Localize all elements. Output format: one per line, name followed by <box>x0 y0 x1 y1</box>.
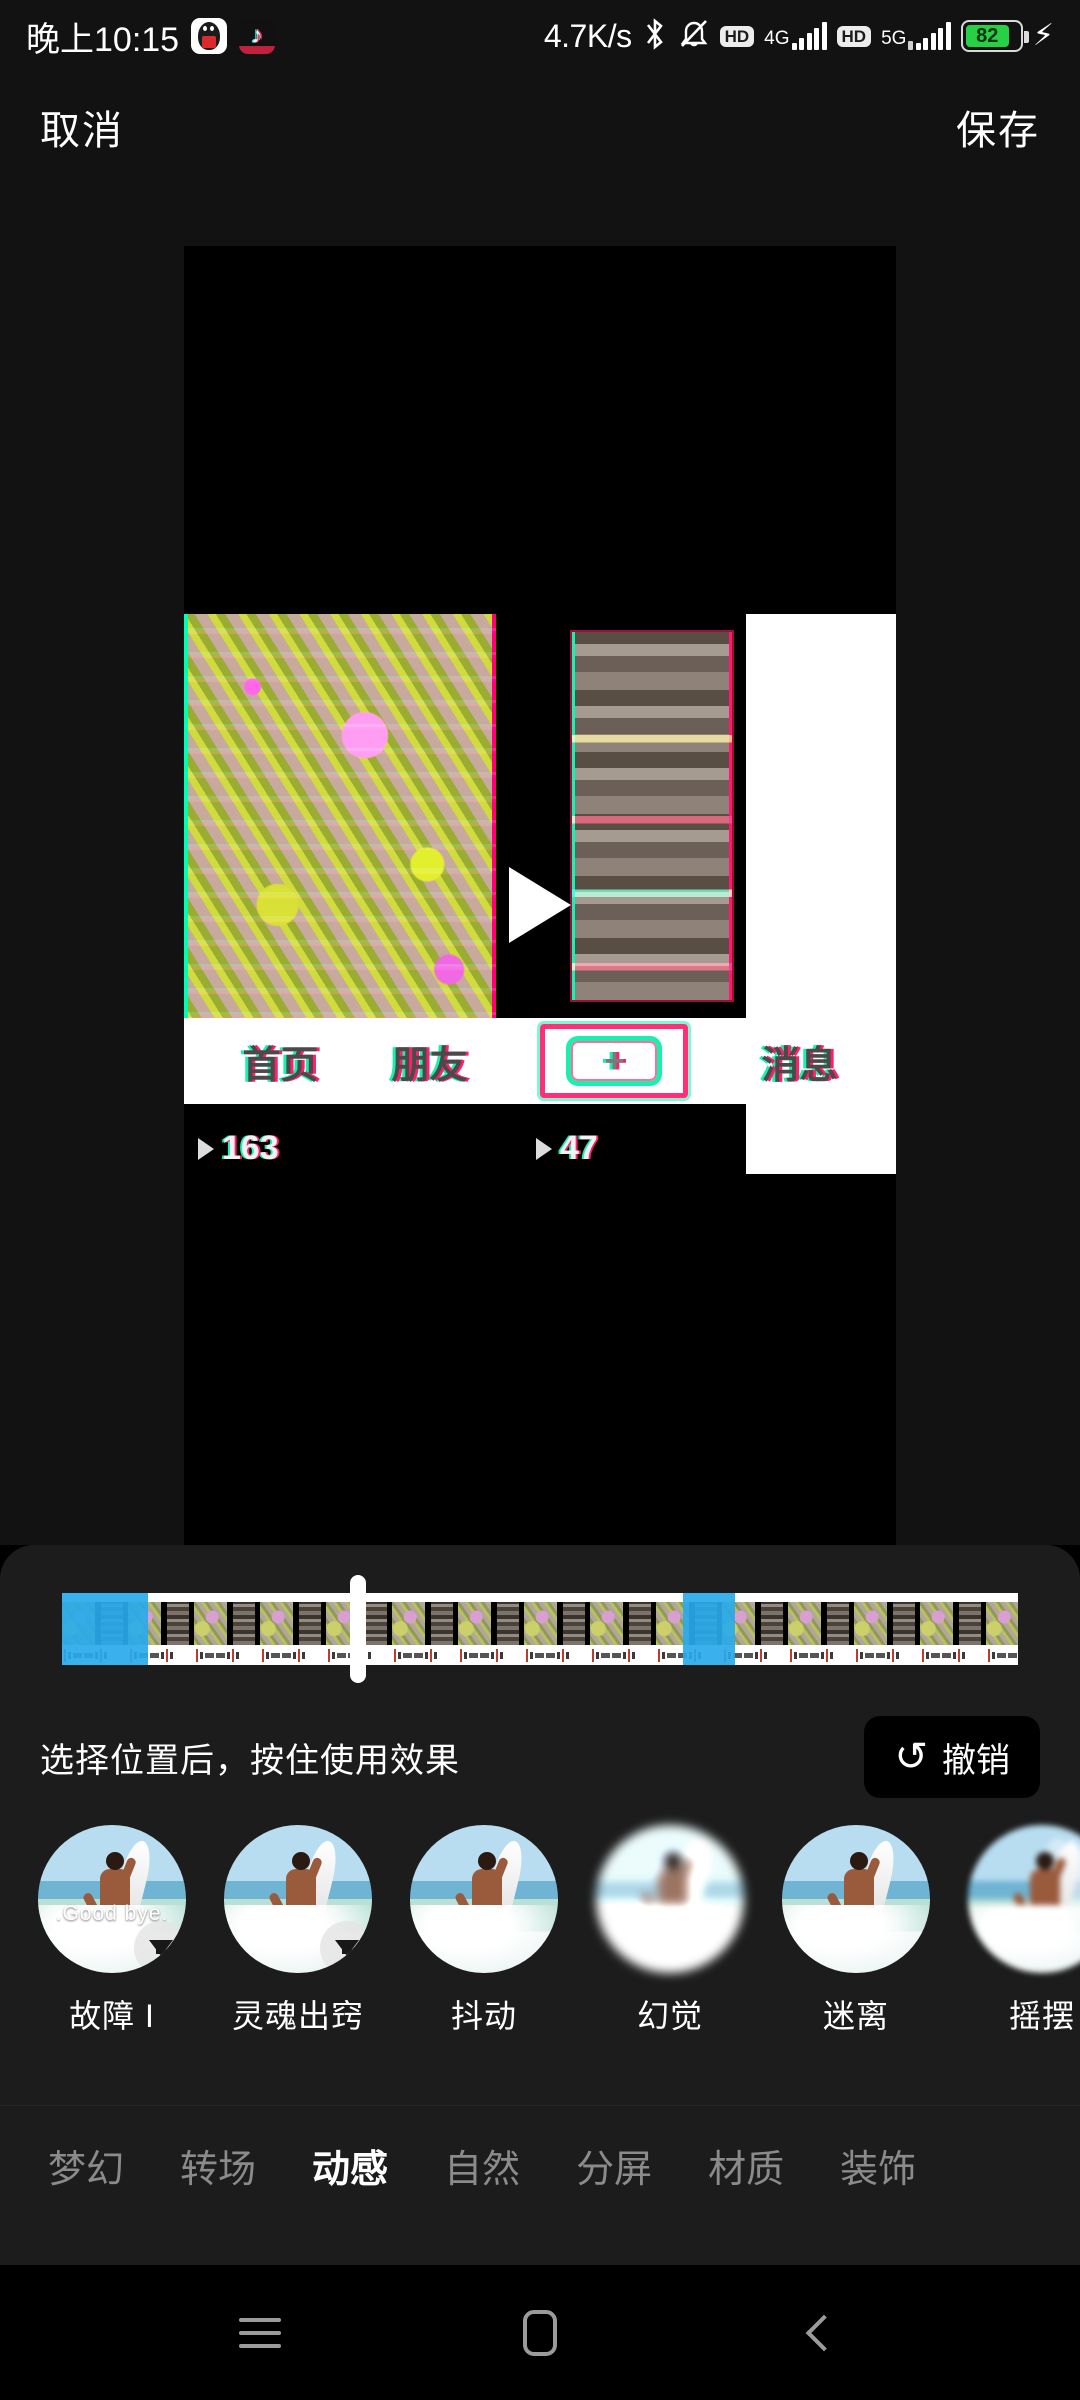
timeline-frame <box>260 1593 326 1665</box>
undo-button[interactable]: ↺ 撤销 <box>864 1716 1040 1798</box>
video-count-left-value: 163 <box>222 1129 279 1167</box>
timeline-frame <box>986 1593 1018 1665</box>
hint-row: 选择位置后，按住使用效果 ↺ 撤销 <box>0 1697 1080 1817</box>
effect-item[interactable]: .Good bye. 故障 I <box>38 1825 186 2075</box>
timeline-thumbnails <box>62 1593 1018 1665</box>
timeline-frame <box>788 1593 854 1665</box>
video-inner-tabbar: 首页 朋友 + 消息 <box>184 1018 896 1104</box>
hd-icon-1: HD <box>719 25 755 47</box>
effect-label: 迷离 <box>822 1998 889 2034</box>
effect-thumbnail[interactable] <box>596 1825 744 1973</box>
effect-thumbnail[interactable]: .Good bye. <box>38 1825 186 1973</box>
play-count-icon-left <box>198 1137 214 1160</box>
wave-foam-shape <box>782 1904 930 1973</box>
video-right-photo <box>558 614 746 1018</box>
cancel-button[interactable]: 取消 <box>40 98 124 156</box>
play-icon[interactable] <box>509 867 571 943</box>
play-count-icon-right <box>536 1137 552 1160</box>
effect-item[interactable]: 灵魂出窍 <box>224 1825 372 2075</box>
timeline-effect-marker-1[interactable] <box>62 1593 148 1665</box>
effect-thumbnail[interactable] <box>224 1825 372 1973</box>
effect-label: 灵魂出窍 <box>231 1998 364 2034</box>
timeline-frame <box>392 1593 458 1665</box>
effect-thumbnail[interactable] <box>782 1825 930 1973</box>
menu-icon[interactable] <box>225 2298 295 2368</box>
plus-icon: + <box>566 1036 663 1086</box>
effect-label: 幻觉 <box>636 1998 703 2034</box>
timeline-frame <box>524 1593 590 1665</box>
timeline-frame <box>854 1593 920 1665</box>
timeline-frame <box>590 1593 656 1665</box>
save-button[interactable]: 保存 <box>956 98 1040 156</box>
download-icon[interactable] <box>320 1921 372 1973</box>
video-count-left: 163 <box>198 1129 279 1168</box>
video-count-right-value: 47 <box>560 1129 598 1167</box>
undo-label: 撤销 <box>942 1741 1010 1780</box>
video-count-right: 47 <box>536 1129 598 1168</box>
effect-item[interactable]: 迷离 <box>782 1825 930 2075</box>
wave-foam-shape <box>968 1904 1080 1973</box>
effects-list[interactable]: .Good bye. 故障 I 灵魂出窍 抖动 幻觉 迷离 摇摆 <box>0 1825 1080 2075</box>
effect-label: 摇摆 <box>1008 1998 1075 2034</box>
timeline-container[interactable] <box>0 1545 1080 1715</box>
hd-icon-2: HD <box>836 25 872 47</box>
effect-item[interactable]: 抖动 <box>410 1825 558 2075</box>
timeline-track[interactable] <box>62 1593 1018 1665</box>
wave-foam-shape <box>410 1904 558 1973</box>
download-icon[interactable] <box>134 1921 186 1973</box>
effect-label: 抖动 <box>450 1998 517 2034</box>
charging-icon: ⚡ <box>1032 19 1054 52</box>
signal-4g-icon: 4G <box>764 22 827 50</box>
category-tab-item[interactable]: 自然 <box>416 2138 548 2193</box>
sim1-gen-label: 4G <box>764 28 790 49</box>
category-tab-item[interactable]: 材质 <box>680 2138 812 2193</box>
android-nav-bar <box>0 2265 1080 2400</box>
home-icon[interactable] <box>505 2298 575 2368</box>
effect-thumbnail[interactable] <box>410 1825 558 1973</box>
video-preview-area[interactable]: 163 47 首页 朋友 + 消息 <box>0 182 1080 1564</box>
status-bar-left: 晚上10:15 ♪ <box>26 12 276 61</box>
category-tab-item[interactable]: 梦幻 <box>20 2138 152 2193</box>
video-canvas[interactable]: 163 47 首页 朋友 + 消息 <box>184 246 896 1564</box>
effect-category-tabs[interactable]: 梦幻 转场 动感 自然 分屏 材质 装饰 <box>0 2105 1080 2225</box>
wave-foam-shape <box>596 1904 744 1973</box>
category-tab-item[interactable]: 分屏 <box>548 2138 680 2193</box>
network-speed: 4.7K/s <box>543 17 632 54</box>
effect-label: 故障 I <box>69 1998 155 2034</box>
back-icon[interactable] <box>785 2298 855 2368</box>
timeline-frame <box>920 1593 986 1665</box>
video-inner-tab-friends: 朋友 <box>391 1044 468 1087</box>
timeline-playhead[interactable] <box>350 1575 366 1683</box>
battery-percent: 82 <box>965 25 1009 47</box>
effect-item[interactable]: 摇摆 <box>968 1825 1080 2075</box>
effect-item[interactable]: 幻觉 <box>596 1825 744 2075</box>
bluetooth-icon <box>642 17 668 56</box>
category-tab-active[interactable]: 动感 <box>284 2138 416 2193</box>
signal-5g-icon: 5G <box>881 22 951 50</box>
status-time: 晚上10:15 <box>26 20 180 59</box>
battery-icon: 82 <box>960 20 1029 52</box>
video-inner-plus-button: + <box>540 1024 689 1098</box>
video-left-photo <box>184 614 496 1018</box>
effect-thumbnail[interactable] <box>968 1825 1080 1973</box>
status-bar: 晚上10:15 ♪ 4.7K/s HD 4G HD 5G 82 ⚡ <box>0 0 1080 72</box>
effects-panel: 选择位置后，按住使用效果 ↺ 撤销 .Good bye. 故障 I 灵魂出窍 抖动 幻觉… <box>0 1545 1080 2265</box>
video-inner-tab-home: 首页 <box>242 1044 319 1087</box>
douyin-icon: ♪ <box>239 18 276 54</box>
hint-text: 选择位置后，按住使用效果 <box>40 1741 460 1780</box>
category-tab-item[interactable]: 装饰 <box>812 2138 944 2193</box>
timeline-frame <box>458 1593 524 1665</box>
video-inner-tab-messages: 消息 <box>761 1044 838 1087</box>
timeline-effect-marker-2[interactable] <box>683 1593 735 1665</box>
status-bar-right: 4.7K/s HD 4G HD 5G 82 ⚡ <box>544 17 1054 56</box>
sim2-gen-label: 5G <box>881 28 907 49</box>
undo-icon: ↺ <box>894 1735 928 1779</box>
qq-icon <box>191 18 228 54</box>
mute-icon <box>678 17 710 56</box>
editor-top-bar: 取消 保存 <box>0 72 1080 182</box>
timeline-frame <box>194 1593 260 1665</box>
category-tab-item[interactable]: 转场 <box>152 2138 284 2193</box>
